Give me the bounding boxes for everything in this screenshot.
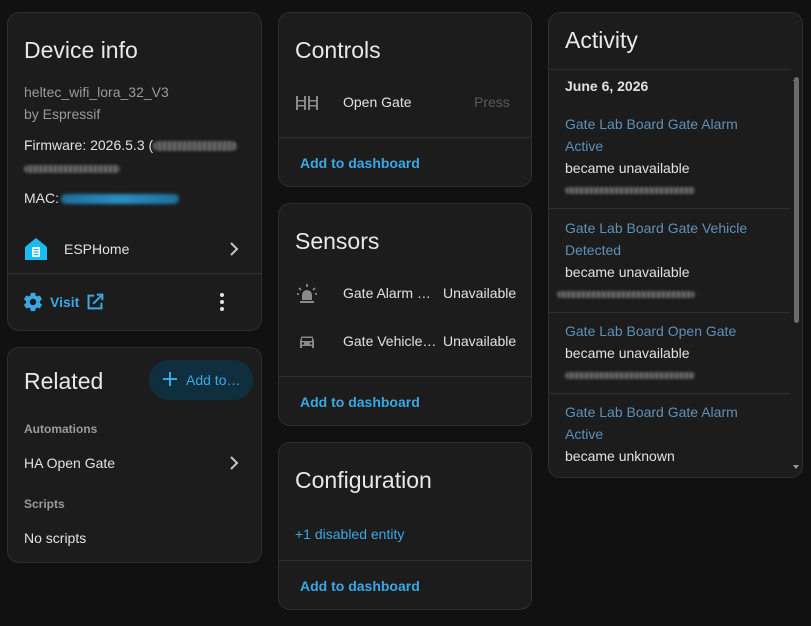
- activity-entry-status: became unavailable: [565, 264, 690, 280]
- integration-row[interactable]: ESPHome: [8, 233, 261, 273]
- automation-item[interactable]: HA Open Gate: [8, 446, 261, 480]
- add-related-label: Add to…: [186, 372, 241, 388]
- activity-date: June 6, 2026: [565, 78, 649, 94]
- device-model: heltec_wifi_lora_32_V3: [24, 84, 169, 100]
- configuration-add-to-dashboard[interactable]: Add to dashboard: [300, 578, 420, 594]
- esphome-icon: [23, 236, 49, 267]
- sensor-label: Gate Alarm …: [343, 285, 431, 301]
- gear-icon: [22, 291, 44, 318]
- activity-entry: Gate Lab Board Open Gate became unavaila…: [549, 320, 790, 379]
- scripts-value: No scripts: [24, 530, 87, 546]
- disabled-entities-link[interactable]: +1 disabled entity: [295, 526, 404, 542]
- mac-redacted: [61, 194, 179, 205]
- firmware-redacted-line2: [24, 165, 120, 173]
- divider: [549, 69, 790, 70]
- activity-entry: Gate Lab Board Gate Alarm Active became …: [549, 401, 790, 467]
- device-info-title: Device info: [24, 37, 138, 63]
- chevron-right-icon: [228, 455, 240, 476]
- car-icon: [295, 330, 319, 359]
- scrollbar-thumb[interactable]: [794, 77, 799, 323]
- sensors-title: Sensors: [295, 228, 380, 254]
- controls-card: Controls Open Gate Press Add to dashboar…: [278, 12, 532, 187]
- visit-label: Visit: [50, 294, 80, 310]
- divider: [279, 560, 531, 561]
- activity-entry-status: became unavailable: [565, 345, 690, 361]
- configuration-title: Configuration: [295, 467, 432, 493]
- activity-title: Activity: [565, 27, 638, 53]
- plus-icon: [162, 371, 178, 392]
- activity-timestamp-redacted: [565, 187, 695, 194]
- divider: [549, 393, 790, 394]
- sensor-state: Unavailable: [443, 285, 517, 301]
- activity-entry-status: became unavailable: [565, 160, 690, 176]
- activity-card: Activity June 6, 2026 Gate Lab Board Gat…: [548, 12, 803, 478]
- open-in-new-icon: [84, 291, 106, 318]
- sensor-label: Gate Vehicle…: [343, 333, 437, 349]
- device-manufacturer: by Espressif: [24, 106, 101, 122]
- press-button[interactable]: Press: [474, 94, 510, 110]
- activity-timestamp-redacted: [557, 291, 695, 298]
- automations-label: Automations: [24, 422, 98, 436]
- related-card: Related Add to… Automations HA Open Gate…: [7, 347, 262, 563]
- scroll-down-arrow-icon[interactable]: [792, 457, 800, 475]
- divider: [8, 273, 261, 274]
- automation-item-label: HA Open Gate: [24, 455, 116, 471]
- activity-entry-title[interactable]: Gate Lab Board Gate Alarm Active: [549, 401, 790, 445]
- firmware-redacted: [153, 141, 238, 152]
- divider: [549, 208, 790, 209]
- firmware-line: Firmware: 2026.5.3 (: [24, 137, 238, 153]
- activity-entry-title[interactable]: Gate Lab Board Gate Alarm Active: [549, 113, 790, 157]
- controls-add-to-dashboard[interactable]: Add to dashboard: [300, 155, 420, 171]
- visit-button[interactable]: Visit: [22, 290, 122, 314]
- control-label: Open Gate: [343, 94, 412, 110]
- alarm-light-icon: [295, 282, 319, 311]
- activity-entry-title[interactable]: Gate Lab Board Open Gate: [549, 320, 790, 342]
- controls-title: Controls: [295, 37, 381, 63]
- divider: [549, 312, 790, 313]
- firmware-label: Firmware: 2026.5.3 (: [24, 137, 154, 153]
- gate-icon: [295, 95, 319, 116]
- integration-label: ESPHome: [64, 241, 130, 257]
- add-related-button[interactable]: Add to…: [149, 360, 253, 400]
- control-row-open-gate[interactable]: Open Gate Press: [279, 85, 531, 121]
- mac-label: MAC:: [24, 190, 59, 206]
- related-title: Related: [24, 368, 104, 394]
- activity-timestamp-redacted: [565, 372, 695, 379]
- sensor-row-gate-alarm[interactable]: Gate Alarm … Unavailable: [279, 276, 531, 312]
- mac-line: MAC:: [24, 190, 179, 206]
- device-info-card: Device info heltec_wifi_lora_32_V3 by Es…: [7, 12, 262, 331]
- sensor-state: Unavailable: [443, 333, 517, 349]
- divider: [279, 376, 531, 377]
- activity-entry: Gate Lab Board Gate Alarm Active became …: [549, 113, 790, 194]
- chevron-right-icon: [228, 241, 240, 262]
- configuration-card: Configuration +1 disabled entity Add to …: [278, 442, 532, 610]
- divider: [279, 137, 531, 138]
- activity-entry: Gate Lab Board Gate Vehicle Detected bec…: [549, 217, 790, 298]
- sensors-card: Sensors Gate Alarm … Unavailable Gate Ve…: [278, 203, 532, 426]
- sensors-add-to-dashboard[interactable]: Add to dashboard: [300, 394, 420, 410]
- activity-entry-title[interactable]: Gate Lab Board Gate Vehicle Detected: [549, 217, 790, 261]
- more-vert-icon[interactable]: [212, 291, 232, 318]
- scripts-label: Scripts: [24, 497, 65, 511]
- activity-entry-status: became unknown: [565, 448, 675, 464]
- sensor-row-gate-vehicle[interactable]: Gate Vehicle… Unavailable: [279, 324, 531, 360]
